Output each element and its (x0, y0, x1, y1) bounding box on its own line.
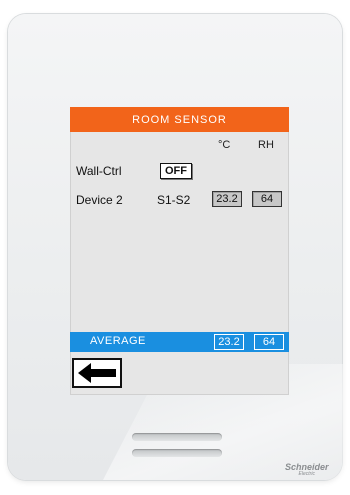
device-name: Device 2 (76, 193, 123, 207)
bottom-vent-slot (132, 449, 222, 457)
temp-unit-label: °C (218, 139, 231, 151)
average-label: AVERAGE (90, 335, 146, 347)
top-vent-slot (132, 433, 222, 441)
back-button[interactable] (72, 358, 122, 388)
device-temp-value: 23.2 (212, 191, 242, 207)
wall-ctrl-off-button[interactable]: OFF (160, 163, 192, 179)
device-sensors: S1-S2 (157, 193, 191, 207)
touch-screen: ROOM SENSOR °C RH Wall-Ctrl OFF Device 2… (70, 107, 289, 395)
average-bar: AVERAGE 23.2 64 (70, 332, 289, 352)
humidity-unit-label: RH (258, 139, 274, 151)
screen-title: ROOM SENSOR (70, 107, 289, 132)
wall-ctrl-label: Wall-Ctrl (76, 164, 122, 178)
brand-logo: Schneider Electric (285, 462, 329, 477)
average-temp-value: 23.2 (214, 334, 244, 350)
average-humidity-value: 64 (254, 334, 284, 350)
left-arrow-icon (78, 363, 116, 383)
device-humidity-value: 64 (252, 191, 282, 207)
